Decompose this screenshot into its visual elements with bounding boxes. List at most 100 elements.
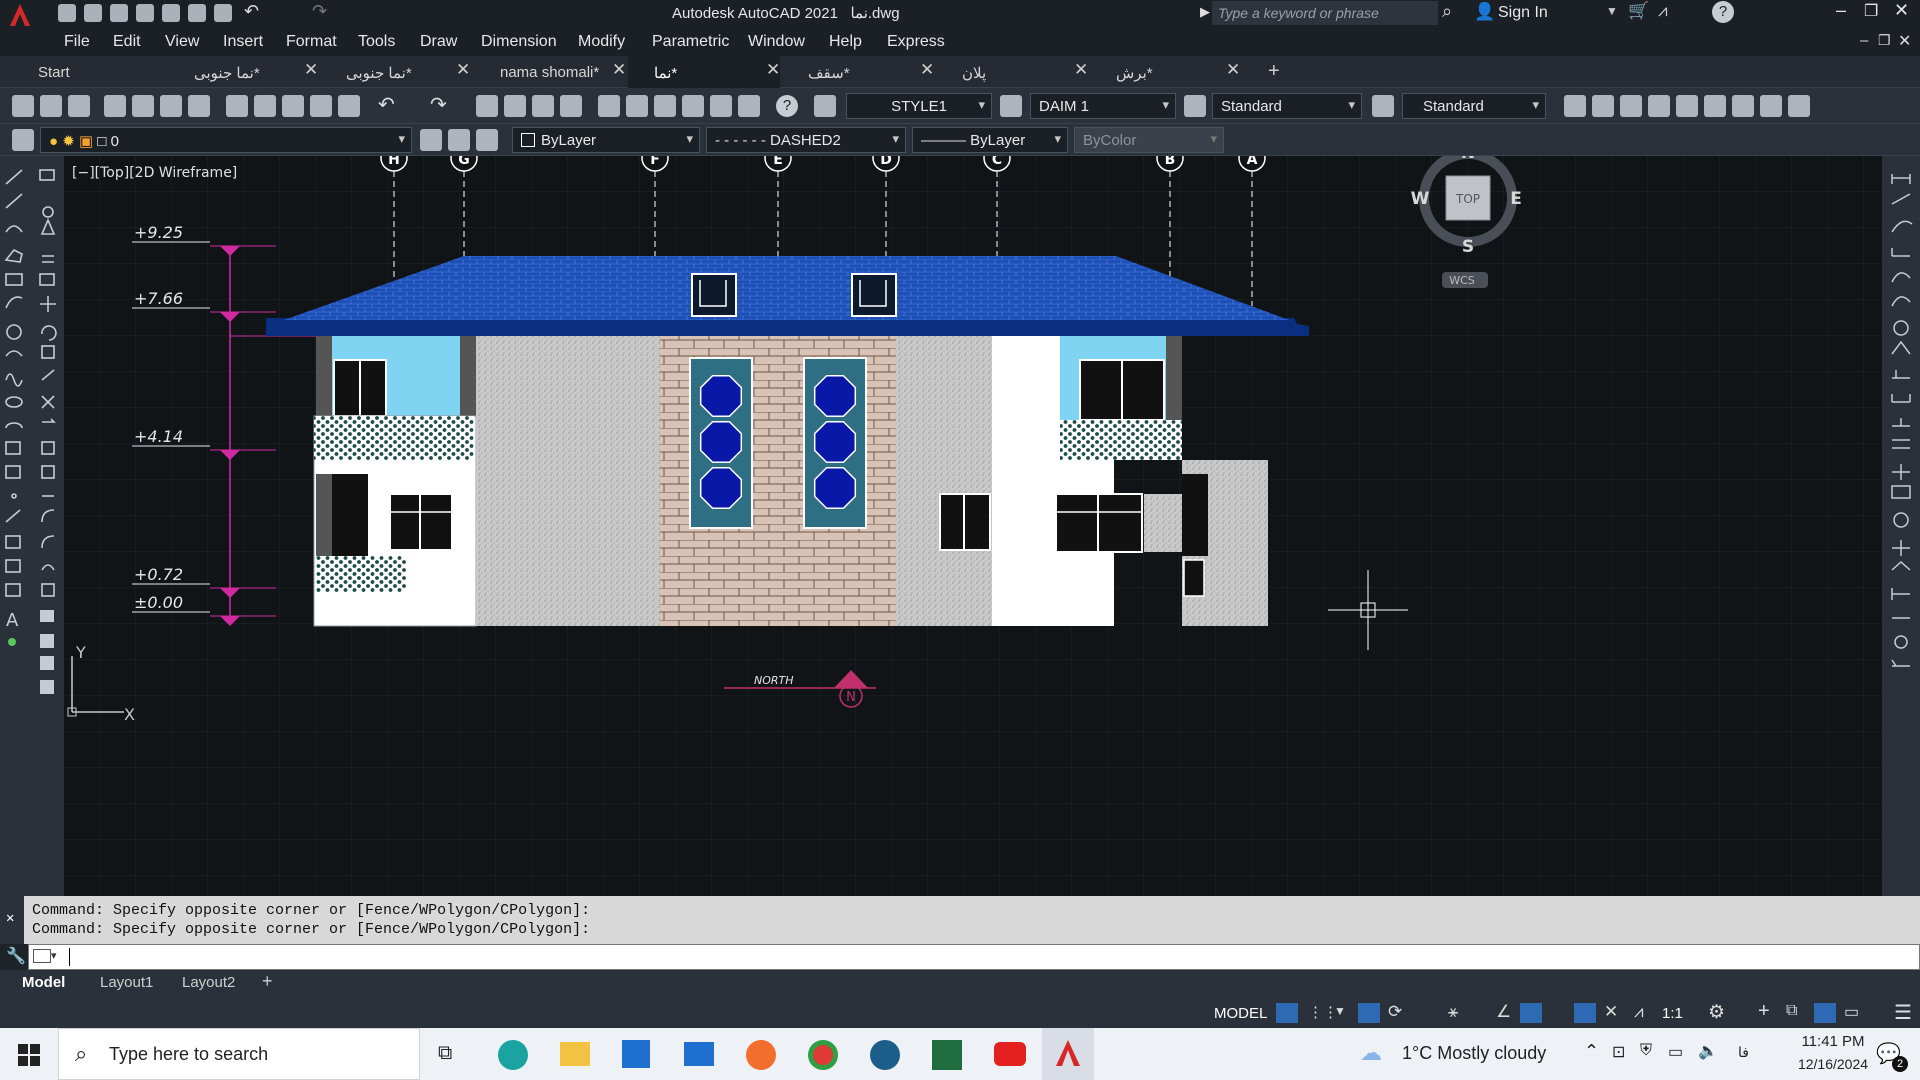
plot-icon[interactable] — [214, 4, 232, 22]
units-icon[interactable]: ⧉ — [1786, 1002, 1797, 1020]
clock-date[interactable]: 12/16/2024 — [1788, 1056, 1878, 1072]
paste-icon[interactable] — [282, 95, 304, 117]
microsoft-store-icon[interactable] — [622, 1040, 650, 1068]
close-window-button[interactable]: ✕ — [1894, 0, 1909, 21]
extend-icon[interactable] — [42, 418, 56, 423]
ellipse-arc-icon[interactable] — [5, 422, 23, 429]
object-snap-tracking-icon[interactable]: ∠ — [1496, 1002, 1511, 1022]
3d-print-icon[interactable] — [188, 95, 210, 117]
dim-update-icon[interactable] — [1894, 635, 1908, 649]
tab-plan[interactable]: پلان ✕ — [938, 56, 1096, 88]
jogged-linear-icon[interactable] — [1891, 560, 1911, 571]
zoom-extents-icon[interactable] — [40, 680, 54, 694]
mleader-style-select[interactable]: Standard ▾ — [1402, 93, 1546, 119]
camera-icon[interactable]: ⊡ — [1612, 1042, 1625, 1062]
zoom-realtime-icon[interactable] — [504, 95, 526, 117]
trim-icon[interactable] — [41, 395, 55, 409]
save-icon[interactable] — [110, 4, 128, 22]
add-selected-icon[interactable] — [8, 638, 16, 646]
command-prompt-icon[interactable] — [33, 949, 51, 963]
ortho-mode-icon[interactable] — [1358, 1003, 1380, 1023]
text-style-icon[interactable] — [814, 95, 836, 117]
move-select-icon[interactable] — [42, 206, 54, 218]
menu-view[interactable]: View — [165, 33, 199, 51]
command-input[interactable]: ▾ — [28, 944, 1920, 970]
tab-nama-jonubi-2[interactable]: نما جنوبی* ✕ — [316, 56, 470, 88]
task-view-icon[interactable]: ⧉ — [438, 1042, 452, 1065]
edit-spline-icon[interactable] — [40, 634, 54, 648]
close-tab-icon[interactable]: ✕ — [766, 60, 780, 80]
weather-text[interactable]: 1°C Mostly cloudy — [1402, 1043, 1546, 1064]
show-hidden-icons-chevron-icon[interactable]: ⌃ — [1584, 1041, 1599, 1062]
sign-in-button[interactable]: Sign In — [1498, 4, 1548, 22]
compass-east-label[interactable]: E — [1510, 189, 1522, 209]
break-icon[interactable] — [41, 441, 55, 455]
security-icon[interactable]: ⛨ — [1640, 1042, 1652, 1060]
open-file-icon[interactable] — [84, 4, 102, 22]
publish-icon[interactable] — [160, 95, 182, 117]
polar-tracking-icon[interactable]: ⟳ — [1388, 1002, 1402, 1022]
properties-icon[interactable] — [598, 95, 620, 117]
arc-length-dim-icon[interactable] — [1891, 220, 1913, 233]
justify-text-icon[interactable] — [1760, 95, 1782, 117]
file-explorer-icon[interactable] — [560, 1042, 590, 1066]
convert-distance-icon[interactable] — [1788, 95, 1810, 117]
layer-select[interactable]: ● ✹ ▣ □ 0 ▾ — [40, 127, 412, 153]
blend-curves-icon[interactable] — [41, 564, 55, 571]
menu-window[interactable]: Window — [748, 33, 805, 51]
new-tab-plus-icon[interactable]: + — [1268, 60, 1280, 83]
restore-button[interactable]: ❐ — [1864, 1, 1878, 21]
dimedit-icon[interactable] — [1891, 588, 1910, 600]
undo-icon[interactable]: ↶ — [244, 1, 259, 22]
open-icon[interactable] — [40, 95, 62, 117]
qnew-icon[interactable] — [12, 95, 34, 117]
compass-south-label[interactable]: S — [1462, 237, 1474, 257]
design-center-icon[interactable] — [626, 95, 648, 117]
help-icon[interactable]: ? — [1712, 1, 1734, 23]
plot-icon[interactable] — [104, 95, 126, 117]
menu-dimension[interactable]: Dimension — [481, 33, 557, 51]
save-as-icon[interactable] — [136, 4, 154, 22]
rectangle-icon[interactable] — [5, 273, 23, 286]
dim-break-icon[interactable] — [1892, 464, 1910, 480]
open-web-icon[interactable] — [162, 4, 180, 22]
join-icon[interactable] — [41, 465, 55, 479]
linear-dim-icon[interactable] — [1891, 174, 1911, 184]
minimize-button[interactable]: – — [1836, 0, 1846, 21]
drawing-svg[interactable]: [−][Top][2D Wireframe] H G F E D C B A +9.25 +7.… — [64, 143, 1882, 896]
doc-restore-button[interactable]: ❐ — [1878, 32, 1891, 49]
close-tab-icon[interactable]: ✕ — [920, 60, 934, 80]
edit-polyline-icon[interactable] — [40, 610, 54, 622]
continue-dim-icon[interactable] — [1892, 418, 1910, 427]
menu-express[interactable]: Express — [887, 33, 945, 51]
scale-text-icon[interactable] — [1732, 95, 1754, 117]
battery-icon[interactable]: ▭ — [1668, 1042, 1683, 1062]
jogged-dim-icon[interactable] — [1891, 296, 1911, 307]
redo-icon[interactable]: ↷ — [430, 92, 447, 117]
taskbar-search-box[interactable]: ⌕ Type here to search — [58, 1028, 420, 1080]
redo-icon[interactable]: ↷ — [312, 1, 327, 22]
center-mark-icon[interactable] — [1893, 512, 1909, 528]
auto-scale-icon[interactable]: ✕ — [1604, 1002, 1618, 1022]
fillet-icon[interactable] — [41, 535, 55, 549]
isolate-objects-icon[interactable] — [1814, 1003, 1836, 1023]
spline-icon[interactable] — [5, 373, 23, 387]
menu-draw[interactable]: Draw — [420, 33, 457, 51]
firefox-icon[interactable] — [746, 1040, 776, 1070]
doc-minimize-button[interactable]: – — [1860, 32, 1868, 49]
customize-wrench-icon[interactable]: 🔧 — [6, 946, 26, 966]
annotation-monitor-plus-icon[interactable]: + — [1758, 1000, 1770, 1023]
zoom-window-icon[interactable] — [532, 95, 554, 117]
layer-previous-icon[interactable] — [448, 129, 470, 151]
tab-boresh[interactable]: برش* ✕ — [1096, 56, 1250, 88]
menu-insert[interactable]: Insert — [223, 33, 263, 51]
user-icon[interactable]: 👤 — [1474, 2, 1495, 22]
make-current-layer-icon[interactable] — [420, 129, 442, 151]
autocad-taskbar-button[interactable] — [1042, 1028, 1094, 1080]
pan-icon[interactable] — [476, 95, 498, 117]
tab-nama-jonubi-1[interactable]: نما جنوبی* ✕ — [164, 56, 318, 88]
menu-tools[interactable]: Tools — [358, 33, 395, 51]
ordinate-dim-icon[interactable] — [1891, 248, 1910, 257]
save-web-icon[interactable] — [188, 4, 206, 22]
table-style-icon[interactable] — [1184, 95, 1206, 117]
